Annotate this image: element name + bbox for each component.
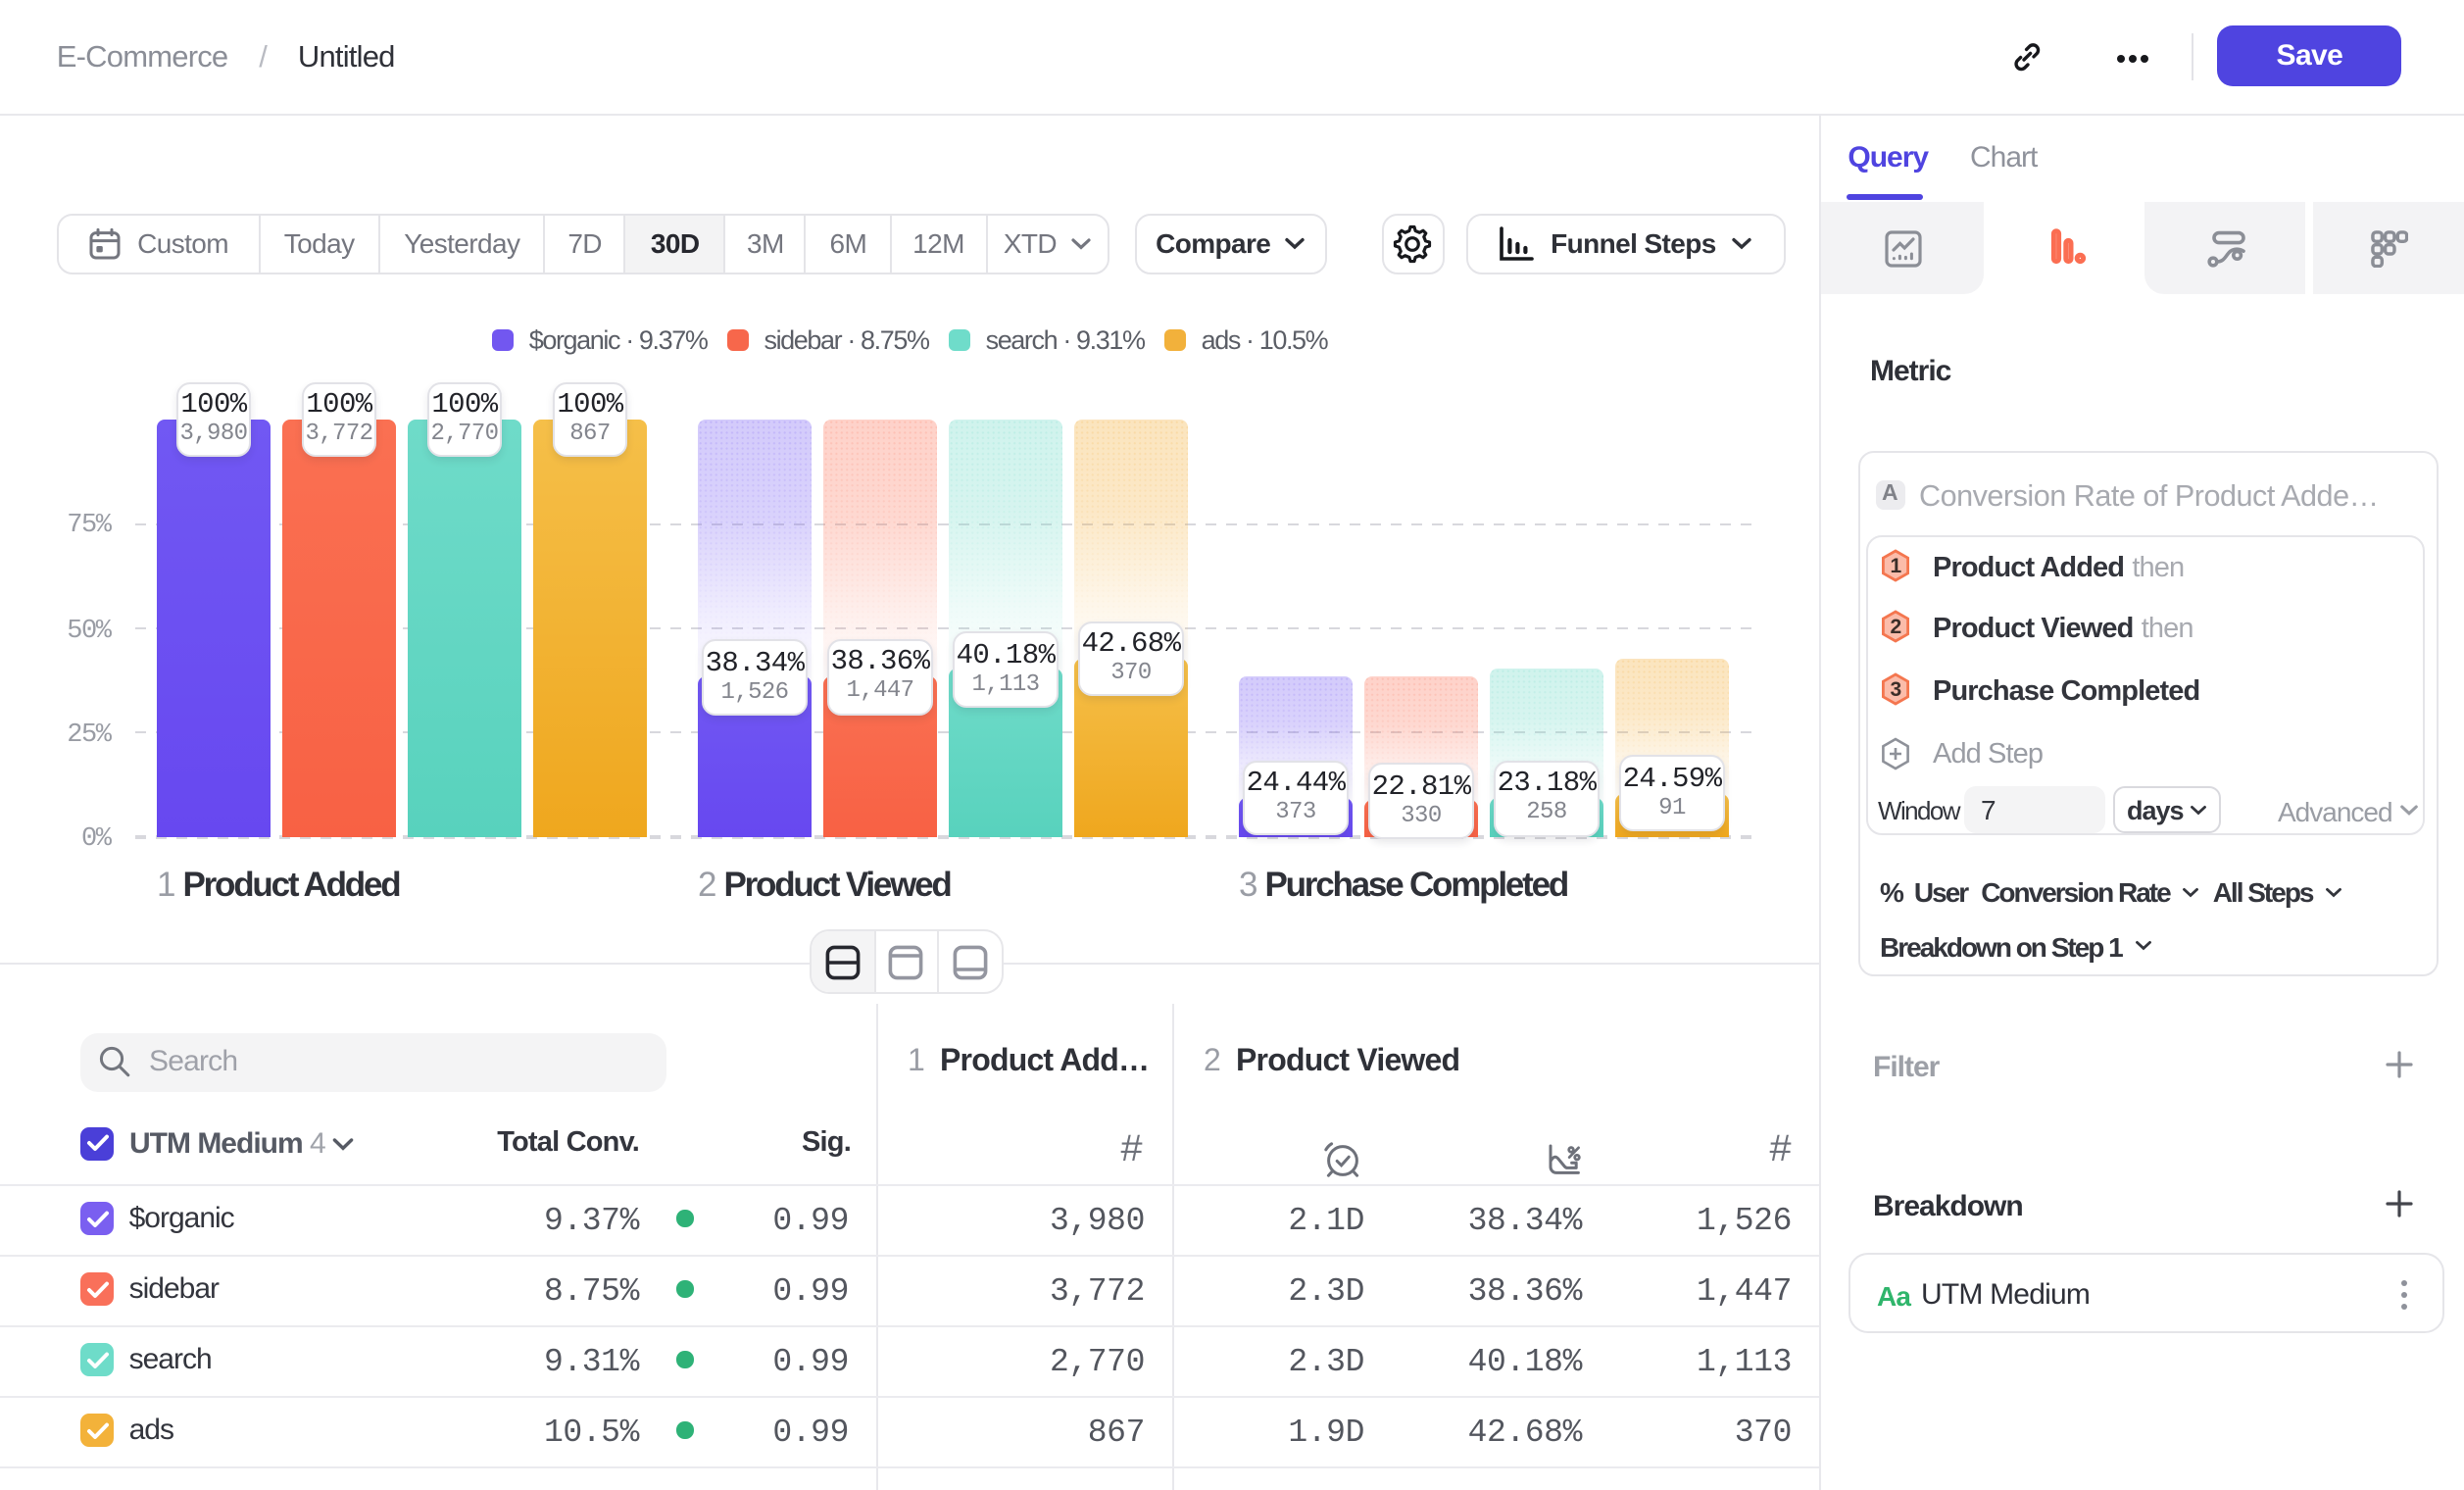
svg-text:2: 2	[1890, 616, 1900, 638]
svg-text:1: 1	[1890, 554, 1901, 576]
svg-text:3: 3	[1890, 679, 1900, 702]
